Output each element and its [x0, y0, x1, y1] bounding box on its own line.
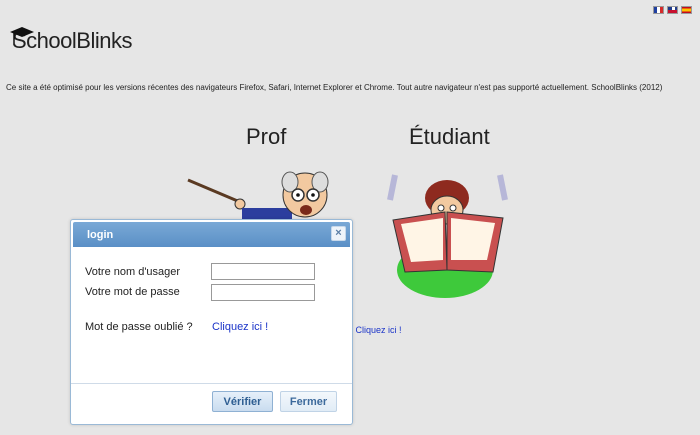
- role-student-title[interactable]: Étudiant: [409, 124, 490, 150]
- verify-button[interactable]: Vérifier: [212, 391, 273, 412]
- dialog-header[interactable]: login ×: [73, 222, 350, 247]
- close-button[interactable]: Fermer: [280, 391, 337, 412]
- login-dialog: login × Votre nom d'usager Votre mot de …: [70, 219, 353, 425]
- username-label: Votre nom d'usager: [85, 266, 181, 278]
- behind-forgot-link[interactable]: Cliquez ici !: [356, 325, 402, 335]
- password-input[interactable]: [211, 284, 315, 301]
- dialog-title: login: [87, 229, 114, 241]
- forgot-password-link[interactable]: Cliquez ici !: [212, 321, 268, 333]
- flag-english-icon[interactable]: [667, 6, 678, 14]
- student-illustration[interactable]: [385, 160, 520, 300]
- browser-notice: Ce site a été optimisé pour les versions…: [6, 83, 663, 92]
- forgot-password-label: Mot de passe oublié ?: [85, 321, 193, 333]
- schoolblinks-logo: SchoolBlinks: [8, 27, 132, 54]
- flag-french-icon[interactable]: [653, 6, 664, 14]
- language-flags: [653, 6, 692, 14]
- graduation-cap-icon: [10, 27, 34, 44]
- dialog-footer-divider: [71, 383, 352, 384]
- close-icon[interactable]: ×: [331, 226, 346, 241]
- password-label: Votre mot de passe: [85, 286, 180, 298]
- role-prof-title[interactable]: Prof: [246, 124, 286, 150]
- username-input[interactable]: [211, 263, 315, 280]
- flag-spanish-icon[interactable]: [681, 6, 692, 14]
